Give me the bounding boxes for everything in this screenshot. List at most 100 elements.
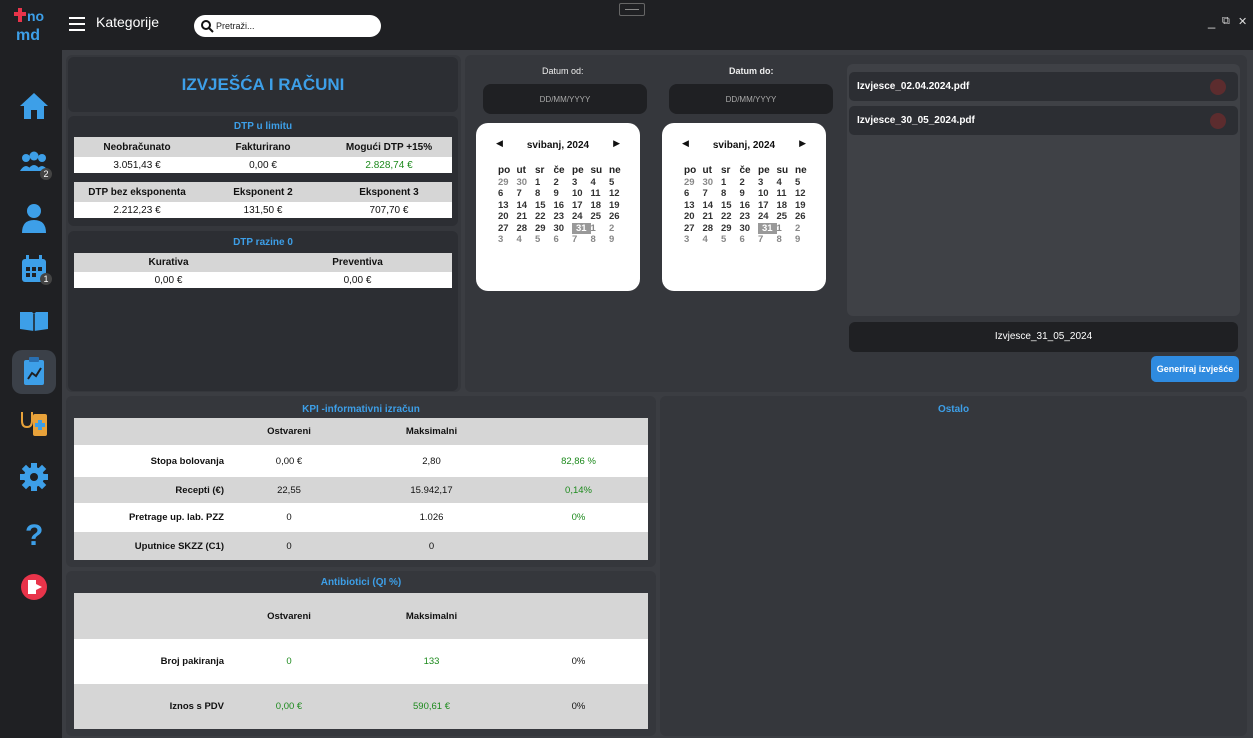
calendar-day[interactable]: 2 (795, 223, 814, 235)
calendar-day[interactable]: 8 (535, 188, 554, 200)
generate-report-button[interactable]: Generiraj izvješće (1151, 356, 1239, 382)
sidebar-item-logout[interactable] (12, 565, 56, 609)
calendar-day[interactable]: 28 (703, 223, 722, 235)
sidebar-item-home[interactable] (12, 84, 56, 128)
calendar-day[interactable]: 20 (498, 211, 517, 223)
calendar-day[interactable]: 27 (498, 223, 517, 235)
calendar-day[interactable]: 2 (554, 177, 573, 189)
sidebar-item-book[interactable] (12, 299, 56, 343)
calendar-day[interactable]: 30 (517, 177, 536, 189)
calendar-day[interactable]: 9 (554, 188, 573, 200)
minimize-button[interactable]: _ (1208, 14, 1215, 29)
drag-handle-icon[interactable] (619, 3, 645, 16)
calendar-day[interactable]: 21 (703, 211, 722, 223)
calendar-day[interactable]: 14 (517, 200, 536, 212)
calendar-day[interactable]: 13 (498, 200, 517, 212)
filename-field[interactable]: Izvjesce_31_05_2024 (849, 322, 1238, 352)
calendar-day[interactable]: 6 (740, 234, 759, 246)
calendar-day[interactable]: 3 (684, 234, 703, 246)
file-item[interactable]: Izvjesce_02.04.2024.pdf (849, 72, 1238, 101)
calendar-day[interactable]: 6 (554, 234, 573, 246)
calendar-day[interactable]: 9 (795, 234, 814, 246)
calendar-day[interactable]: 26 (609, 211, 628, 223)
calendar-day[interactable]: 8 (591, 234, 610, 246)
calendar-grid[interactable]: po ut sr če pe su ne 29 30 1 2 3 4 5 6 7 8 9 10 11 12 13 14 15 1… (498, 165, 628, 246)
sidebar-item-calendar[interactable]: 1 (12, 247, 56, 291)
calendar-day[interactable]: 11 (591, 188, 610, 200)
categories-label[interactable]: Kategorije (96, 14, 159, 30)
sidebar-item-settings[interactable] (12, 455, 56, 499)
close-button[interactable]: ✕ (1238, 15, 1247, 28)
calendar-day[interactable]: 7 (572, 234, 591, 246)
calendar-day[interactable]: 5 (721, 234, 740, 246)
calendar-day[interactable]: 24 (758, 211, 777, 223)
sidebar-item-reports[interactable] (12, 350, 56, 394)
calendar-day[interactable]: 18 (591, 200, 610, 212)
calendar-day[interactable]: 4 (517, 234, 536, 246)
calendar-day[interactable]: 8 (721, 188, 740, 200)
calendar-day[interactable]: 17 (572, 200, 591, 212)
calendar-day[interactable]: 7 (517, 188, 536, 200)
calendar-day[interactable]: 4 (777, 177, 796, 189)
calendar-grid[interactable]: po ut sr če pe su ne 29 30 1 2 3 4 5 6 7 8 9 10 11 12 13 14 15 1… (684, 165, 814, 246)
calendar-day[interactable]: 22 (721, 211, 740, 223)
calendar-day[interactable]: 12 (609, 188, 628, 200)
calendar-day[interactable]: 15 (535, 200, 554, 212)
calendar-day[interactable]: 1 (777, 223, 796, 235)
calendar-day[interactable]: 5 (795, 177, 814, 189)
calendar-day[interactable]: 17 (758, 200, 777, 212)
calendar-day[interactable]: 5 (535, 234, 554, 246)
calendar-day[interactable]: 3 (498, 234, 517, 246)
calendar-day[interactable]: 29 (498, 177, 517, 189)
date-to-input[interactable] (669, 84, 833, 114)
calendar-day[interactable]: 29 (684, 177, 703, 189)
calendar-day[interactable]: 7 (758, 234, 777, 246)
calendar-day[interactable]: 31 (572, 222, 591, 234)
calendar-day[interactable]: 3 (572, 177, 591, 189)
calendar-day[interactable]: 16 (740, 200, 759, 212)
calendar-day[interactable]: 12 (795, 188, 814, 200)
sidebar-item-help[interactable]: ? (12, 512, 56, 556)
calendar-day[interactable]: 23 (740, 211, 759, 223)
calendar-day[interactable]: 24 (572, 211, 591, 223)
calendar-day[interactable]: 8 (777, 234, 796, 246)
calendar-day[interactable]: 15 (721, 200, 740, 212)
calendar-day[interactable]: 30 (554, 223, 573, 235)
calendar-day[interactable]: 6 (498, 188, 517, 200)
calendar-day[interactable]: 28 (517, 223, 536, 235)
sidebar-item-person[interactable] (12, 196, 56, 240)
calendar-to[interactable]: ◀ svibanj, 2024 ▶ po ut sr če pe su ne 29 30 1 2 3 4… (662, 123, 826, 291)
calendar-day[interactable]: 10 (572, 188, 591, 200)
calendar-day[interactable]: 25 (777, 211, 796, 223)
calendar-day[interactable]: 7 (703, 188, 722, 200)
calendar-day[interactable]: 22 (535, 211, 554, 223)
calendar-day[interactable]: 9 (609, 234, 628, 246)
calendar-day[interactable]: 11 (777, 188, 796, 200)
calendar-day[interactable]: 21 (517, 211, 536, 223)
calendar-day[interactable]: 30 (740, 223, 759, 235)
menu-icon[interactable] (69, 17, 85, 31)
calendar-day[interactable]: 4 (591, 177, 610, 189)
calendar-day[interactable]: 6 (684, 188, 703, 200)
calendar-day[interactable]: 1 (591, 223, 610, 235)
calendar-day[interactable]: 2 (609, 223, 628, 235)
calendar-day[interactable]: 3 (758, 177, 777, 189)
file-item[interactable]: Izvjesce_30_05_2024.pdf (849, 106, 1238, 135)
calendar-day[interactable]: 18 (777, 200, 796, 212)
calendar-day[interactable]: 31 (758, 222, 777, 234)
delete-icon[interactable] (1210, 113, 1226, 129)
calendar-day[interactable]: 29 (535, 223, 554, 235)
calendar-day[interactable]: 10 (758, 188, 777, 200)
calendar-day[interactable]: 14 (703, 200, 722, 212)
calendar-day[interactable]: 19 (795, 200, 814, 212)
calendar-day[interactable]: 5 (609, 177, 628, 189)
calendar-day[interactable]: 19 (609, 200, 628, 212)
search-input[interactable] (216, 18, 366, 34)
calendar-day[interactable]: 1 (721, 177, 740, 189)
calendar-day[interactable]: 29 (721, 223, 740, 235)
calendar-day[interactable]: 13 (684, 200, 703, 212)
calendar-day[interactable]: 27 (684, 223, 703, 235)
next-month-icon[interactable]: ▶ (799, 138, 806, 149)
calendar-day[interactable]: 4 (703, 234, 722, 246)
calendar-day[interactable]: 25 (591, 211, 610, 223)
